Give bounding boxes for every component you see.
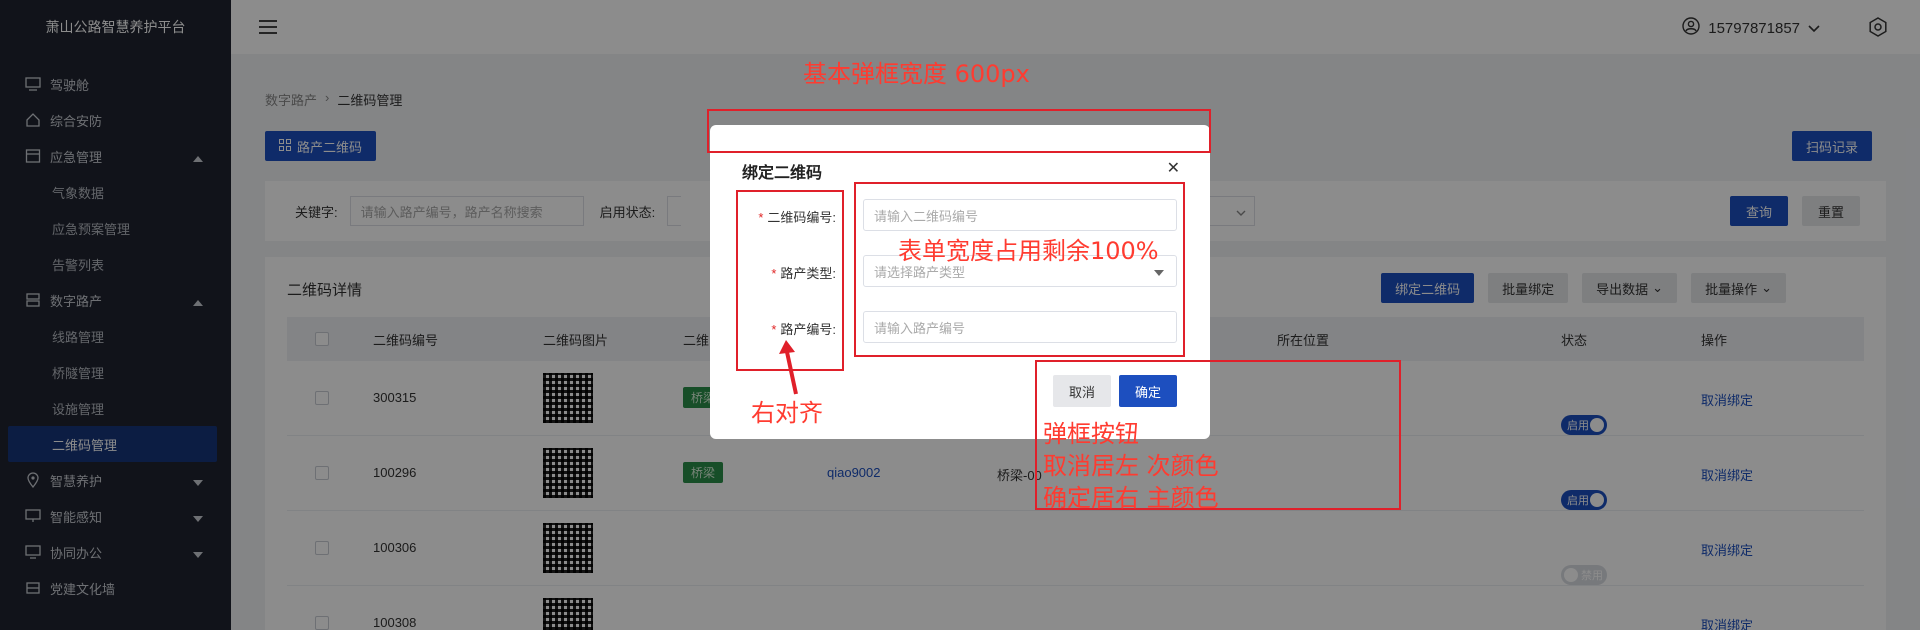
close-icon[interactable]: ✕ xyxy=(1167,158,1180,178)
annotation-form-width: 表单宽度占用剩余100% xyxy=(898,237,1159,265)
annotation-right-align: 右对齐 xyxy=(751,399,823,427)
annotation-button-note-1: 弹框按钮 xyxy=(1043,420,1139,448)
annotation-button-note-3: 确定居右 主颜色 xyxy=(1043,484,1219,512)
dialog-title: 绑定二维码 xyxy=(742,165,823,182)
annotation-box-dialog-top xyxy=(707,109,1211,153)
annotation-dialog-width: 基本弹框宽度 600px xyxy=(803,60,1030,88)
annotation-button-note-2: 取消居左 次颜色 xyxy=(1043,452,1219,480)
annotation-arrow xyxy=(779,340,798,395)
annotation-box-form xyxy=(854,182,1185,357)
